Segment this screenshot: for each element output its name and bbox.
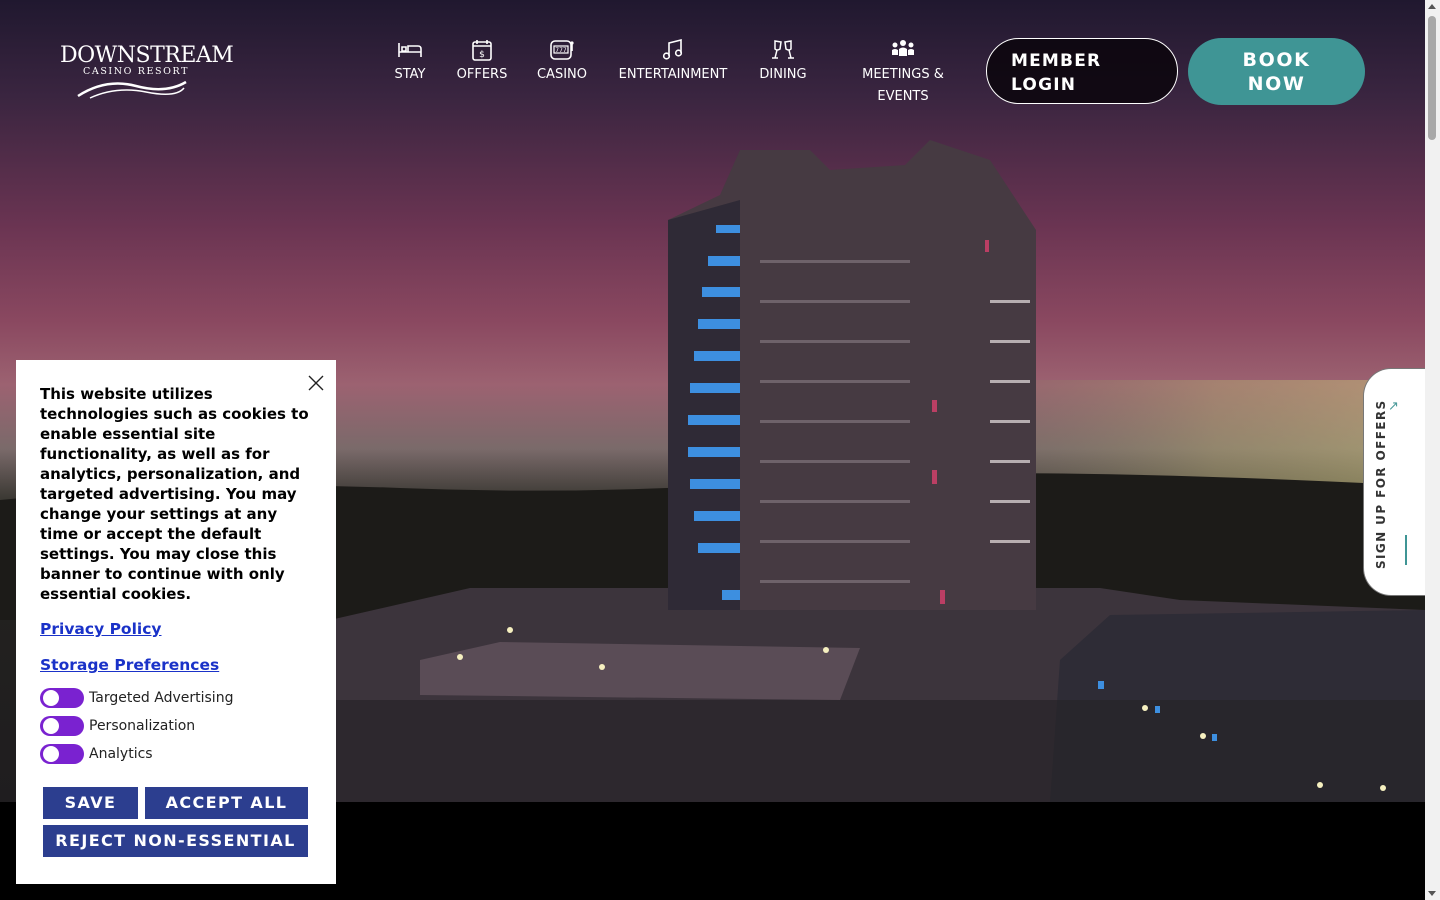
calendar-dollar-icon: $ <box>472 40 492 61</box>
bed-icon <box>398 43 422 57</box>
accept-all-button[interactable]: ACCEPT ALL <box>145 787 308 819</box>
personalization-toggle[interactable] <box>40 716 84 736</box>
vertical-scrollbar[interactable] <box>1425 0 1440 900</box>
nav-label: STAY <box>394 67 426 82</box>
nav-stay[interactable]: STAY <box>392 38 428 86</box>
toggle-label: Targeted Advertising <box>89 690 234 706</box>
arrow-up-right-icon: ↗ <box>1388 399 1399 414</box>
storage-preferences-link[interactable]: Storage Preferences <box>40 656 312 674</box>
scrollbar-thumb[interactable] <box>1428 16 1436 140</box>
nav-label: MEETINGS & EVENTS <box>862 67 944 104</box>
nav-meetings-events[interactable]: MEETINGS & EVENTS <box>855 38 951 108</box>
nav-casino[interactable]: 777 CASINO <box>536 38 588 86</box>
logo-wave-icon <box>77 80 187 99</box>
analytics-toggle[interactable] <box>40 744 84 764</box>
nav-label: ENTERTAINMENT <box>618 67 728 82</box>
toggle-knob <box>43 690 59 706</box>
toggle-label: Analytics <box>89 746 153 762</box>
cookie-banner: This website utilizes technologies such … <box>16 360 336 884</box>
nav-entertainment[interactable]: ENTERTAINMENT <box>618 38 728 86</box>
toggle-label: Personalization <box>89 718 196 734</box>
reject-non-essential-button[interactable]: REJECT NON-ESSENTIAL <box>43 825 308 857</box>
member-login-button[interactable]: MEMBER LOGIN <box>986 38 1178 104</box>
toggle-knob <box>43 718 59 734</box>
book-now-button[interactable]: BOOK NOW <box>1188 38 1365 105</box>
nav-label: DINING <box>759 67 807 82</box>
nav-offers[interactable]: $ OFFERS <box>455 38 509 86</box>
logo-wordmark: DOWNSTREAM <box>60 43 234 68</box>
people-group-icon <box>892 40 914 56</box>
save-button[interactable]: SAVE <box>43 787 138 819</box>
toggle-knob <box>43 746 59 762</box>
sign-up-offers-label: SIGN UP FOR OFFERS <box>1374 399 1388 569</box>
nav-label: CASINO <box>536 67 587 82</box>
scroll-up-icon[interactable] <box>1428 4 1436 9</box>
site-logo[interactable]: DOWNSTREAM CASINO RESORT <box>60 43 234 102</box>
sign-up-offers-tab[interactable]: ↗ SIGN UP FOR OFFERS <box>1363 368 1425 596</box>
targeted-advertising-toggle[interactable] <box>40 688 84 708</box>
privacy-policy-link[interactable]: Privacy Policy <box>40 620 312 638</box>
nav-dining[interactable]: DINING <box>757 38 809 86</box>
toggle-row-targeted-advertising: Targeted Advertising <box>40 684 312 712</box>
toggle-row-personalization: Personalization <box>40 712 312 740</box>
music-note-icon <box>662 38 683 60</box>
nav-label: OFFERS <box>456 67 508 82</box>
tab-accent-line <box>1405 535 1407 565</box>
scroll-down-icon[interactable] <box>1428 891 1436 896</box>
close-icon[interactable] <box>306 373 326 393</box>
slot-machine-icon: 777 <box>550 40 574 60</box>
cookie-message: This website utilizes technologies such … <box>40 385 309 603</box>
svg-text:777: 777 <box>555 47 567 54</box>
svg-text:$: $ <box>479 50 485 60</box>
toggle-row-analytics: Analytics <box>40 740 312 768</box>
cheers-glasses-icon <box>772 40 794 59</box>
